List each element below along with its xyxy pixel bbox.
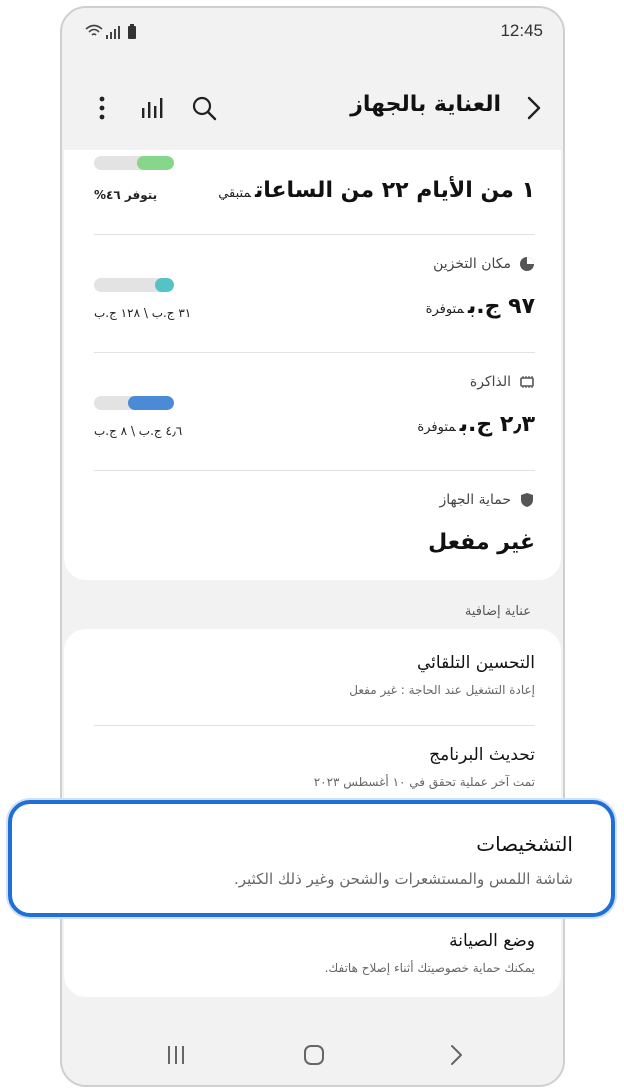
protection-label: حماية الجهاز	[439, 492, 511, 508]
list-item-title: التشخيصات	[476, 832, 573, 856]
storage-bar	[94, 278, 174, 292]
memory-label-wrap: الذاكرة	[470, 374, 535, 390]
battery-remaining: ١ من الأيام ٢٢ من الساعات	[254, 178, 535, 203]
storage-label-wrap: مكان التخزين	[433, 256, 535, 272]
page-title: العناية بالجهاز	[350, 92, 501, 117]
storage-available: ٩٧ ج.ب	[468, 294, 535, 319]
battery-icon	[128, 24, 136, 39]
list-item-diagnostics[interactable]: التشخيصات شاشة اللمس والمستشعرات والشحن …	[8, 800, 615, 917]
battery-bar	[94, 156, 174, 170]
storage-suffix: متوفرة	[425, 302, 464, 317]
nav-bar	[62, 1015, 563, 1085]
section-header: عناية إضافية	[464, 604, 531, 619]
app-bar: العناية بالجهاز	[62, 78, 563, 138]
memory-row[interactable]: الذاكرة ٢٫٣ ج.بمتوفرة ٤٫٦ ج.ب \ ٨ ج.ب	[94, 372, 535, 472]
storage-caption: ٣١ ج.ب \ ١٢٨ ج.ب	[94, 306, 192, 320]
wifi-icon	[85, 24, 103, 36]
storage-bar-fill	[154, 278, 174, 292]
battery-suffix: متبقي	[218, 186, 251, 201]
nav-back-icon[interactable]	[442, 1041, 470, 1069]
status-time: 12:45	[500, 21, 543, 40]
list-item-title: التحسين التلقائي	[417, 653, 535, 673]
protection-label-wrap: حماية الجهاز	[439, 492, 535, 508]
list-item-subtitle: يمكنك حماية خصوصيتك أثناء إصلاح هاتفك.	[324, 961, 535, 975]
protection-row[interactable]: حماية الجهاز غير مفعل	[94, 490, 535, 570]
battery-bar-fill	[137, 156, 174, 170]
divider	[94, 234, 535, 235]
chip-icon	[520, 376, 534, 388]
protection-value: غير مفعل	[428, 530, 535, 555]
status-icons	[85, 24, 136, 39]
chart-icon[interactable]	[138, 94, 166, 122]
phone-frame: 12:45 العناية بالجهاز ١ من الأيام ٢٢ من …	[60, 6, 565, 1087]
storage-value: ٩٧ ج.ب متوفرة	[426, 294, 535, 319]
list-item-title: تحديث البرنامج	[429, 745, 535, 765]
list-item-subtitle: إعادة التشغيل عند الحاجة : غير مفعل	[349, 683, 535, 697]
memory-value: ٢٫٣ ج.بمتوفرة	[417, 412, 535, 437]
list-item-auto-optimization[interactable]: التحسين التلقائي إعادة التشغيل عند الحاج…	[94, 653, 535, 713]
storage-label: مكان التخزين	[433, 256, 511, 272]
list-item-maintenance-mode[interactable]: وضع الصيانة يمكنك حماية خصوصيتك أثناء إص…	[94, 931, 535, 987]
memory-available: ٢٫٣ ج.ب	[459, 412, 535, 437]
battery-row[interactable]: ١ من الأيام ٢٢ من الساعاتمتبقي يتوفر ٤٦%	[94, 150, 535, 234]
search-icon[interactable]	[190, 94, 218, 122]
list-item-subtitle: تمت آخر عملية تحقق في ١٠ أغسطس ٢٠٢٣	[313, 775, 535, 789]
divider	[94, 352, 535, 353]
pie-icon	[520, 257, 534, 271]
list-item-software-update[interactable]: تحديث البرنامج تمت آخر عملية تحقق في ١٠ …	[94, 745, 535, 805]
battery-caption: يتوفر ٤٦%	[94, 188, 158, 202]
back-icon[interactable]	[517, 92, 549, 124]
memory-suffix: متوفرة	[417, 420, 456, 435]
storage-row[interactable]: مكان التخزين ٩٧ ج.ب متوفرة ٣١ ج.ب \ ١٢٨ ج…	[94, 254, 535, 354]
recents-icon[interactable]	[162, 1041, 190, 1069]
list-item-title: وضع الصيانة	[449, 931, 535, 951]
battery-value: ١ من الأيام ٢٢ من الساعاتمتبقي	[218, 178, 535, 203]
memory-bar-fill	[128, 396, 174, 410]
shield-icon	[521, 493, 533, 507]
device-status-card: ١ من الأيام ٢٢ من الساعاتمتبقي يتوفر ٤٦%…	[64, 150, 561, 580]
signal-icon	[106, 26, 120, 39]
more-icon[interactable]	[90, 94, 114, 122]
divider	[94, 470, 535, 471]
divider	[94, 725, 535, 726]
memory-caption: ٤٫٦ ج.ب \ ٨ ج.ب	[94, 424, 183, 438]
status-bar: 12:45	[62, 8, 563, 58]
home-icon[interactable]	[300, 1041, 328, 1069]
list-item-subtitle: شاشة اللمس والمستشعرات والشحن وغير ذلك ا…	[234, 870, 573, 888]
memory-bar	[94, 396, 174, 410]
memory-label: الذاكرة	[469, 374, 511, 390]
